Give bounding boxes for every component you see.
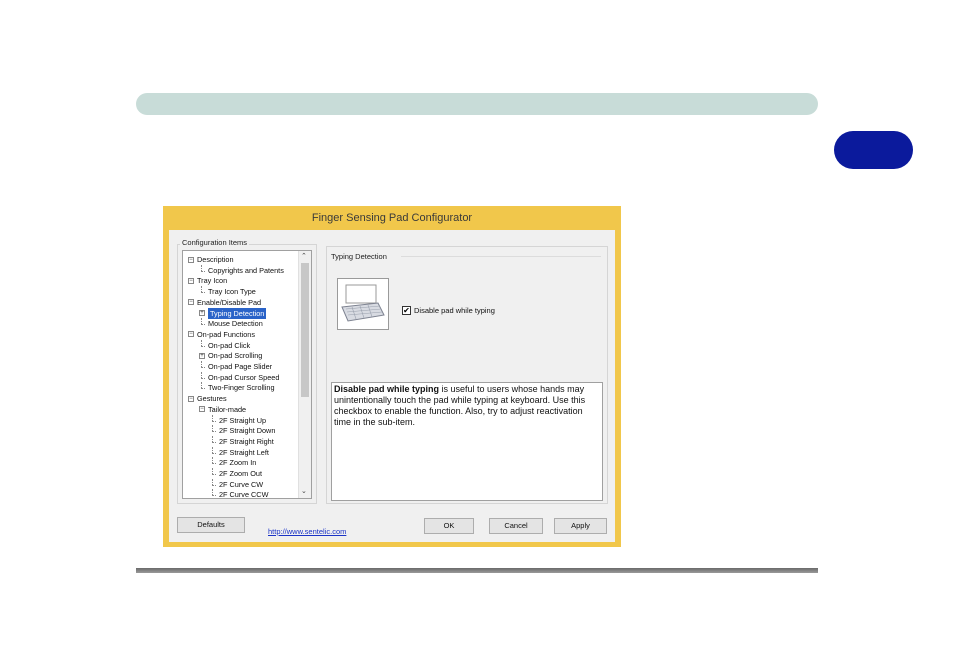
tree-connector (201, 270, 205, 272)
collapse-icon[interactable]: − (188, 331, 194, 338)
scroll-thumb[interactable] (301, 263, 309, 397)
tree-connector (212, 484, 216, 486)
disable-pad-checkbox[interactable]: ✔ (402, 306, 411, 315)
expand-icon[interactable]: + (199, 310, 205, 316)
collapse-icon[interactable]: − (188, 277, 194, 284)
config-items-label: Configuration Items (180, 238, 250, 248)
collapse-icon[interactable]: − (199, 406, 205, 413)
configurator-window: Finger Sensing Pad Configurator Configur… (163, 206, 621, 547)
tree-connector (201, 388, 205, 390)
keyboard-image (337, 278, 389, 330)
collapse-icon[interactable]: − (188, 256, 194, 263)
tree-item[interactable]: 2F Straight Up (219, 415, 266, 426)
tree-item[interactable]: 2F Zoom Out (219, 468, 262, 479)
tree-item[interactable]: On-pad Page Slider (208, 361, 272, 372)
tree-connector (201, 345, 205, 347)
tree-item[interactable]: Gestures (197, 393, 227, 404)
disable-pad-label[interactable]: Disable pad while typing (414, 306, 495, 316)
tree-item[interactable]: 2F Straight Down (219, 425, 275, 436)
tree-item[interactable]: Tailor-made (208, 404, 246, 415)
expand-icon[interactable]: + (199, 352, 205, 359)
keyboard-icon (341, 284, 385, 322)
tree-connector (201, 292, 205, 294)
cancel-button[interactable]: Cancel (489, 518, 543, 534)
apply-button[interactable]: Apply (554, 518, 607, 534)
tree-connector (212, 495, 216, 497)
window-title: Finger Sensing Pad Configurator (311, 212, 473, 224)
tree-item[interactable]: On-pad Click (208, 340, 250, 351)
tree-item[interactable]: Tray Icon (197, 275, 227, 286)
scroll-down-icon[interactable]: ⌄ (301, 488, 307, 496)
tree-item[interactable]: Description (197, 254, 234, 265)
tree-connector (212, 431, 216, 433)
tree-item[interactable]: On-pad Cursor Speed (208, 372, 279, 383)
tree-connector (201, 367, 205, 368)
tree-item[interactable]: 2F Straight Right (219, 436, 274, 447)
collapse-icon[interactable]: − (188, 395, 194, 402)
footer-line (136, 568, 818, 573)
page-header-bar (136, 93, 818, 115)
tree-connector (212, 474, 216, 475)
section-divider (401, 256, 601, 257)
tree-item[interactable]: Mouse Detection (208, 318, 263, 329)
section-title: Typing Detection (329, 252, 389, 262)
tree-connector (212, 463, 216, 465)
tree-item[interactable]: Enable/Disable Pad (197, 297, 261, 308)
tree-item[interactable]: On-pad Scrolling (208, 350, 262, 361)
scroll-up-icon[interactable]: ⌃ (301, 253, 307, 261)
defaults-button[interactable]: Defaults (177, 517, 245, 533)
sentelic-link[interactable]: http://www.sentelic.com (268, 527, 346, 536)
tree-connector (201, 377, 205, 379)
tree-connector (201, 324, 205, 326)
checkmark-icon: ✔ (403, 306, 410, 315)
collapse-icon[interactable]: − (188, 299, 194, 306)
description-box: Disable pad while typing is useful to us… (331, 382, 603, 501)
tree-item[interactable]: 2F Curve CW (219, 479, 263, 490)
tree-connector (212, 420, 216, 422)
tree-connector (212, 441, 216, 443)
tree-item[interactable]: 2F Straight Left (219, 447, 269, 458)
description-bold: Disable pad while typing (334, 384, 440, 394)
tree-item[interactable]: Copyrights and Patents (208, 265, 284, 276)
tree-item[interactable]: Two-Finger Scrolling (208, 382, 275, 393)
tree-item[interactable]: 2F Zoom In (219, 457, 256, 468)
config-tree[interactable]: − Description Copyrights and Patents − Tray … (182, 250, 312, 499)
ok-button[interactable]: OK (424, 518, 474, 534)
tree-connector (212, 452, 216, 454)
tree-item[interactable]: On-pad Functions (197, 329, 255, 340)
tree-item[interactable]: Typing Detection (208, 307, 267, 319)
window-client-area: Configuration Items − Description Copyrigh… (169, 230, 615, 542)
tree-item[interactable]: Tray Icon Type (208, 286, 256, 297)
tree-item[interactable]: 2F Curve CCW (219, 489, 268, 498)
tree-scrollbar[interactable]: ⌃ ⌄ (298, 251, 311, 498)
chapter-tab (834, 131, 913, 169)
